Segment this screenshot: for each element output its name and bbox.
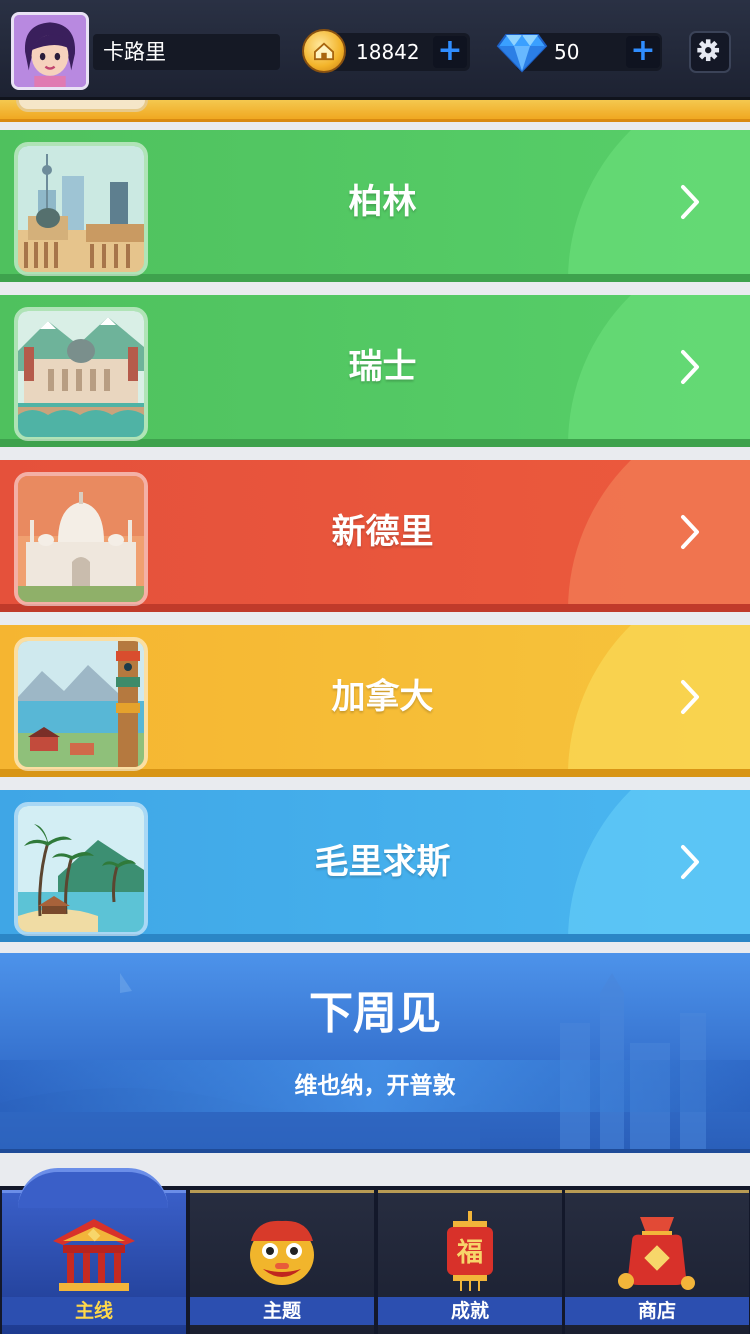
level-card-berlin[interactable]: 柏林 bbox=[0, 130, 750, 282]
add-coins-button[interactable]: + bbox=[433, 36, 467, 68]
tab-main[interactable]: 主线 bbox=[2, 1190, 186, 1334]
level-name-berlin: 柏林 bbox=[348, 182, 417, 222]
tab-achievement[interactable]: 福 成就 bbox=[378, 1190, 562, 1334]
lion-dance-icon bbox=[250, 1220, 314, 1285]
gear-icon bbox=[697, 39, 720, 62]
bottom-nav: 主线 主题 福 成就 商店 bbox=[0, 1186, 750, 1334]
tab-shop[interactable]: 商店 bbox=[565, 1190, 749, 1334]
level-card-mauritius[interactable]: 毛里求斯 bbox=[0, 790, 750, 942]
level-name-new-delhi: 新德里 bbox=[331, 512, 434, 552]
fu-lantern-icon: 福 bbox=[447, 1211, 493, 1291]
pavilion-icon bbox=[53, 1219, 135, 1291]
coming-soon-title: 下周见 bbox=[309, 988, 441, 1039]
svg-text:福: 福 bbox=[456, 1238, 483, 1268]
username: 卡路里 bbox=[93, 34, 280, 70]
gift-bag-icon bbox=[618, 1217, 695, 1290]
settings-button[interactable] bbox=[689, 31, 731, 73]
level-name-mauritius: 毛里求斯 bbox=[314, 842, 451, 882]
tab-shop-label: 商店 bbox=[637, 1300, 676, 1322]
active-tab-indicator bbox=[18, 1168, 168, 1208]
chevron-right-icon bbox=[681, 845, 699, 879]
level-card-new-delhi[interactable]: 新德里 bbox=[0, 460, 750, 612]
tab-theme[interactable]: 主题 bbox=[190, 1190, 374, 1334]
level-thumbnail-previous bbox=[16, 100, 148, 112]
top-bar: 卡路里 18842 + 50 + bbox=[0, 0, 750, 100]
coming-soon-banner: 下周见 维也纳，开普敦 bbox=[0, 953, 750, 1153]
diamond-icon bbox=[496, 34, 548, 73]
chevron-right-icon bbox=[681, 185, 699, 219]
add-gems-button[interactable]: + bbox=[626, 36, 660, 68]
chevron-right-icon bbox=[681, 350, 699, 384]
chevron-right-icon bbox=[681, 680, 699, 714]
chevron-right-icon bbox=[681, 515, 699, 549]
tab-achievement-label: 成就 bbox=[450, 1300, 489, 1322]
avatar-portrait-icon bbox=[14, 15, 86, 87]
coming-soon-subtitle: 维也纳，开普敦 bbox=[294, 1073, 456, 1099]
level-name-switzerland: 瑞士 bbox=[348, 347, 417, 387]
avatar[interactable] bbox=[11, 12, 89, 90]
tab-main-label: 主线 bbox=[74, 1300, 113, 1322]
level-name-canada: 加拿大 bbox=[331, 677, 434, 717]
coin-icon bbox=[302, 29, 346, 73]
tab-theme-label: 主题 bbox=[262, 1300, 301, 1322]
level-card-switzerland[interactable]: 瑞士 bbox=[0, 295, 750, 447]
level-card-canada[interactable]: 加拿大 bbox=[0, 625, 750, 777]
